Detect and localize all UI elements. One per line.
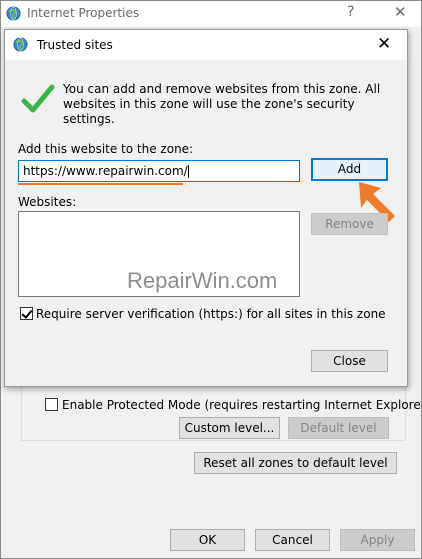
website-url-value: https://www.repairwin.com/ [23, 164, 188, 178]
outer-close-button[interactable]: ✕ [394, 3, 407, 21]
globe-icon [6, 6, 21, 21]
enable-protected-mode-checkbox[interactable] [45, 398, 58, 411]
default-level-button[interactable]: Default level [288, 417, 389, 439]
url-underline-annotation [18, 183, 183, 185]
outer-window-title: Internet Properties [27, 6, 140, 20]
websites-label: Websites: [18, 195, 77, 209]
enable-protected-mode-label: Enable Protected Mode (requires restarti… [62, 398, 422, 412]
trusted-sites-dialog: Trusted sites ✕ You can add and remove w… [4, 29, 408, 387]
cancel-button[interactable]: Cancel [255, 529, 330, 551]
website-url-input[interactable]: https://www.repairwin.com/ [18, 160, 300, 182]
checkmark-icon [21, 84, 55, 113]
help-button[interactable]: ? [347, 4, 354, 20]
dialog-title: Trusted sites [37, 38, 113, 52]
zone-info-text: You can add and remove websites from thi… [63, 82, 381, 126]
ok-button[interactable]: OK [170, 529, 245, 551]
remove-button[interactable]: Remove [311, 213, 388, 235]
dialog-close-action-button[interactable]: Close [311, 350, 388, 372]
require-https-checkbox[interactable] [20, 307, 33, 320]
reset-all-zones-button[interactable]: Reset all zones to default level [194, 452, 397, 474]
text-caret [187, 165, 189, 178]
dialog-close-button[interactable]: ✕ [377, 34, 391, 54]
dialog-titlebar: Trusted sites ✕ [5, 30, 407, 60]
watermark-text: RepairWin.com [127, 268, 278, 293]
require-https-label: Require server verification (https:) for… [36, 307, 386, 321]
add-website-label: Add this website to the zone: [18, 142, 194, 156]
globe-icon [13, 37, 28, 52]
apply-button[interactable]: Apply [340, 529, 415, 551]
custom-level-button[interactable]: Custom level... [179, 417, 280, 439]
outer-titlebar: Internet Properties ? ✕ [1, 1, 421, 27]
